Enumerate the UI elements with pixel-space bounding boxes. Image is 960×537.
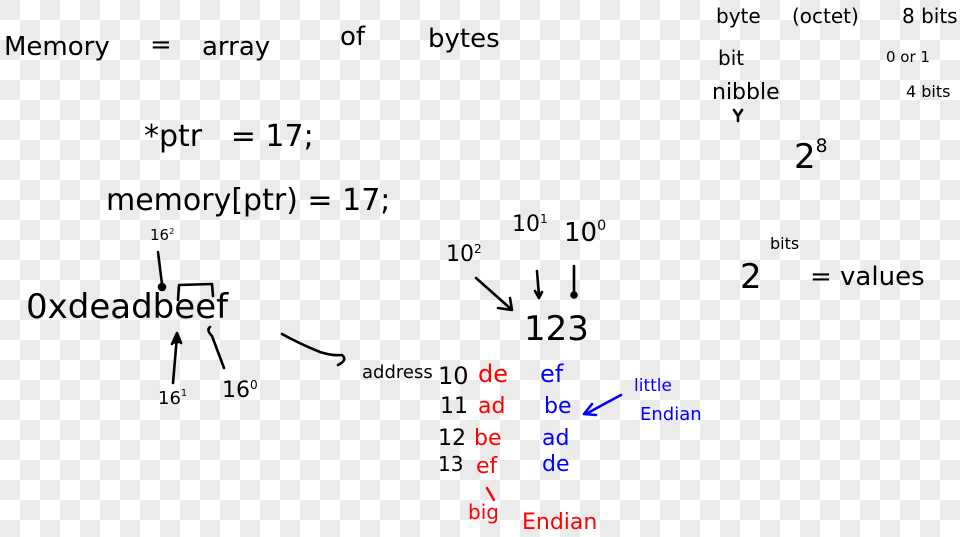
hex-place-base: 16 [222,378,250,403]
little-endian-label-endian: Endian [640,404,702,425]
arrow-10-2-icon [474,276,513,311]
dec-place-10-0: 100 [564,217,607,248]
two-to-eight-exponent: 8 [815,136,828,158]
arrow-10-1-icon [535,269,541,298]
big-endian-byte: de [478,360,508,388]
of-word: of [340,22,366,52]
big-endian-label-big: big [468,500,499,524]
dec-place-exponent: 1 [540,211,548,226]
dec-place-10-1: 101 [512,211,548,237]
table-row-address: 12 [438,426,466,451]
hex-place-base: 16 [150,226,170,244]
big-endian-label-endian: Endian [522,510,598,535]
hex-place-16-1: 161 [158,388,188,409]
decimal-number: 123 [524,309,589,349]
big-endian-byte: ad [478,394,506,419]
arrow-16-1-icon [171,334,179,385]
hex-digit-e1: e [195,287,217,327]
hex-value: 0xdeadbeef [26,290,228,324]
table-row-address: 11 [440,394,468,419]
code-index-line: memory[ptr) = 17; [106,183,391,218]
two-bits-result: = values [810,262,925,292]
dec-place-exponent: 2 [474,241,482,256]
big-endian-byte: ef [476,454,498,479]
code-deref-line: *ptr = 17; [144,119,314,154]
hex-digit-f: f [216,287,229,327]
hex-place-16-0: 160 [222,377,258,403]
equals-sign: = [150,30,172,60]
little-endian-label-little: little [634,376,672,396]
arrow-to-address-icon [280,332,346,367]
hex-place-exponent: 2 [169,226,175,237]
dec-place-base: 10 [564,218,598,248]
dec-place-base: 10 [446,242,474,267]
two-to-eight: 28 [794,137,828,177]
hex-place-exponent: 0 [250,377,258,392]
little-endian-byte: ad [542,426,570,451]
little-endian-byte: ef [540,360,564,388]
pointer-line-16-2 [156,250,164,286]
two-bits-base: 2 [740,257,762,297]
hex-place-base: 16 [158,388,181,409]
pointer-line-16-0 [207,325,226,370]
def-term-nibble: nibble [712,80,780,105]
little-endian-byte: de [542,452,570,477]
hex-digit-e2: e [174,287,196,327]
address-label: address [362,362,433,383]
nibble-mark [732,108,744,123]
little-endian-byte: be [544,394,572,419]
dec-place-base: 10 [512,212,540,237]
table-row-address: 10 [438,362,469,390]
little-endian-arrow-icon [584,393,623,416]
memory-word: Memory [4,32,110,62]
table-row-address: 13 [438,452,464,476]
bytes-word: bytes [428,24,500,54]
def-value-nibble: 4 bits [906,82,951,101]
def-value-byte: 8 bits [902,4,958,28]
big-endian-pointer [485,486,496,502]
hex-place-16-2: 162 [150,226,175,244]
array-word: array [202,32,271,62]
def-term-bit: bit [718,46,745,70]
two-to-eight-base: 2 [794,137,816,177]
def-value-bit: 0 or 1 [886,48,930,66]
dec-place-exponent: 0 [597,217,607,234]
def-term-byte: byte [716,4,761,28]
big-endian-byte: be [474,426,502,451]
hex-place-exponent: 1 [180,388,188,400]
def-alias-octet: (octet) [792,4,859,28]
hex-prefix: 0xdeadb [26,287,175,327]
two-bits-exponent: bits [770,234,800,253]
dec-place-10-2: 102 [446,241,482,267]
